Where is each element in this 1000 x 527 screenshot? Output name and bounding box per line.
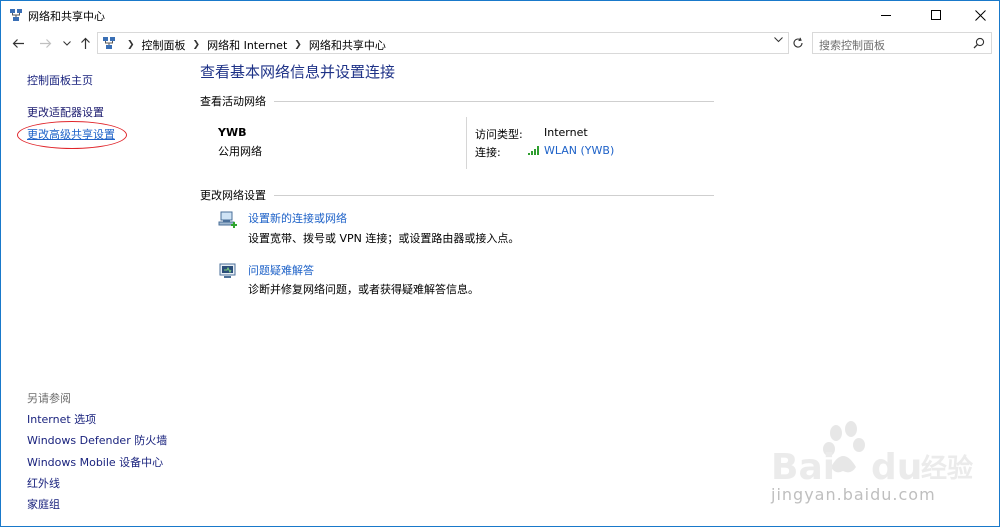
maximize-icon [931,10,941,20]
see-also-infrared[interactable]: 红外线 [27,475,60,491]
setup-connection-link[interactable]: 设置新的连接或网络 [248,210,347,226]
access-type-label: 访问类型: [475,128,523,141]
annotation-ellipse [17,121,127,149]
troubleshoot-link[interactable]: 问题疑难解答 [248,262,314,278]
breadcrumb-control-panel[interactable]: 控制面板 [142,37,186,53]
back-arrow-icon [12,38,24,48]
recent-locations-button[interactable] [57,33,77,53]
see-also-mobile-device-center[interactable]: Windows Mobile 设备中心 [27,454,163,470]
network-center-icon [103,37,115,49]
wifi-signal-icon [528,146,539,155]
see-also-internet-options[interactable]: Internet 选项 [27,411,96,427]
troubleshoot-icon [219,263,236,278]
network-divider [466,117,467,169]
title-bar: 网络和共享中心 [1,1,999,29]
breadcrumb-network-internet[interactable]: 网络和 Internet [207,37,287,53]
network-center-icon [10,9,22,21]
svg-text:Bai: Bai [771,447,835,488]
svg-text:经验: 经验 [921,453,973,484]
control-panel-home-link[interactable]: 控制面板主页 [27,72,93,88]
change-settings-header: 更改网络设置 [200,189,266,202]
svg-text:du: du [871,447,922,488]
maximize-button[interactable] [913,1,959,29]
section-divider [274,101,714,102]
see-also-defender-firewall[interactable]: Windows Defender 防火墙 [27,432,167,448]
network-name: YWB [218,126,247,139]
search-icon[interactable] [973,37,985,49]
troubleshoot-description: 诊断并修复网络问题，或者获得疑难解答信息。 [248,283,479,296]
address-bar[interactable]: ❯ 控制面板 ❯ 网络和 Internet ❯ 网络和共享中心 [97,32,789,54]
page-title: 查看基本网络信息并设置连接 [200,63,396,81]
breadcrumb: ❯ 控制面板 ❯ 网络和 Internet ❯ 网络和共享中心 [120,37,386,53]
wlan-connection-link[interactable]: WLAN (YWB) [544,144,614,157]
access-type-value: Internet [544,126,588,139]
address-dropdown-icon[interactable] [774,36,783,46]
left-pane: 控制面板主页 更改适配器设置 更改高级共享设置 另请参阅 Internet 选项… [1,61,191,526]
window: 网络和共享中心 ❯ 控制面板 ❯ 网络和 Internet ❯ 网络和共享中心 … [0,0,1000,527]
connection-label: 连接: [475,146,501,159]
minimize-icon [881,14,891,16]
minimize-button[interactable] [863,1,909,29]
chevron-right-icon[interactable]: ❯ [193,40,201,50]
forward-button[interactable] [35,33,55,53]
close-button[interactable] [957,1,999,29]
window-title: 网络和共享中心 [28,10,105,23]
breadcrumb-network-sharing-center[interactable]: 网络和共享中心 [309,37,386,53]
chevron-right-icon[interactable]: ❯ [294,40,302,50]
active-networks-header: 查看活动网络 [200,95,266,108]
refresh-icon [793,37,803,48]
back-button[interactable] [8,33,28,53]
watermark-url: jingyan.baidu.com [771,485,936,504]
chevron-down-icon [63,40,71,46]
forward-arrow-icon [39,38,51,48]
setup-connection-description: 设置宽带、拨号或 VPN 连接；或设置路由器或接入点。 [248,232,520,245]
see-also-homegroup[interactable]: 家庭组 [27,496,60,512]
new-connection-icon [218,211,237,228]
up-arrow-icon [80,37,90,49]
search-placeholder: 搜索控制面板 [819,39,885,52]
search-input[interactable]: 搜索控制面板 [812,32,992,54]
section-divider [274,195,714,196]
refresh-button[interactable] [789,32,807,54]
chevron-right-icon[interactable]: ❯ [127,40,135,50]
change-adapter-settings-link[interactable]: 更改适配器设置 [27,104,104,120]
see-also-title: 另请参阅 [27,392,71,405]
close-icon [974,9,986,21]
up-button[interactable] [75,33,95,53]
navigation-bar: ❯ 控制面板 ❯ 网络和 Internet ❯ 网络和共享中心 搜索控制面板 [1,31,999,55]
baidu-jingyan-watermark: Bai du 经验 [771,421,973,488]
network-type-link[interactable]: 公用网络 [218,143,262,159]
